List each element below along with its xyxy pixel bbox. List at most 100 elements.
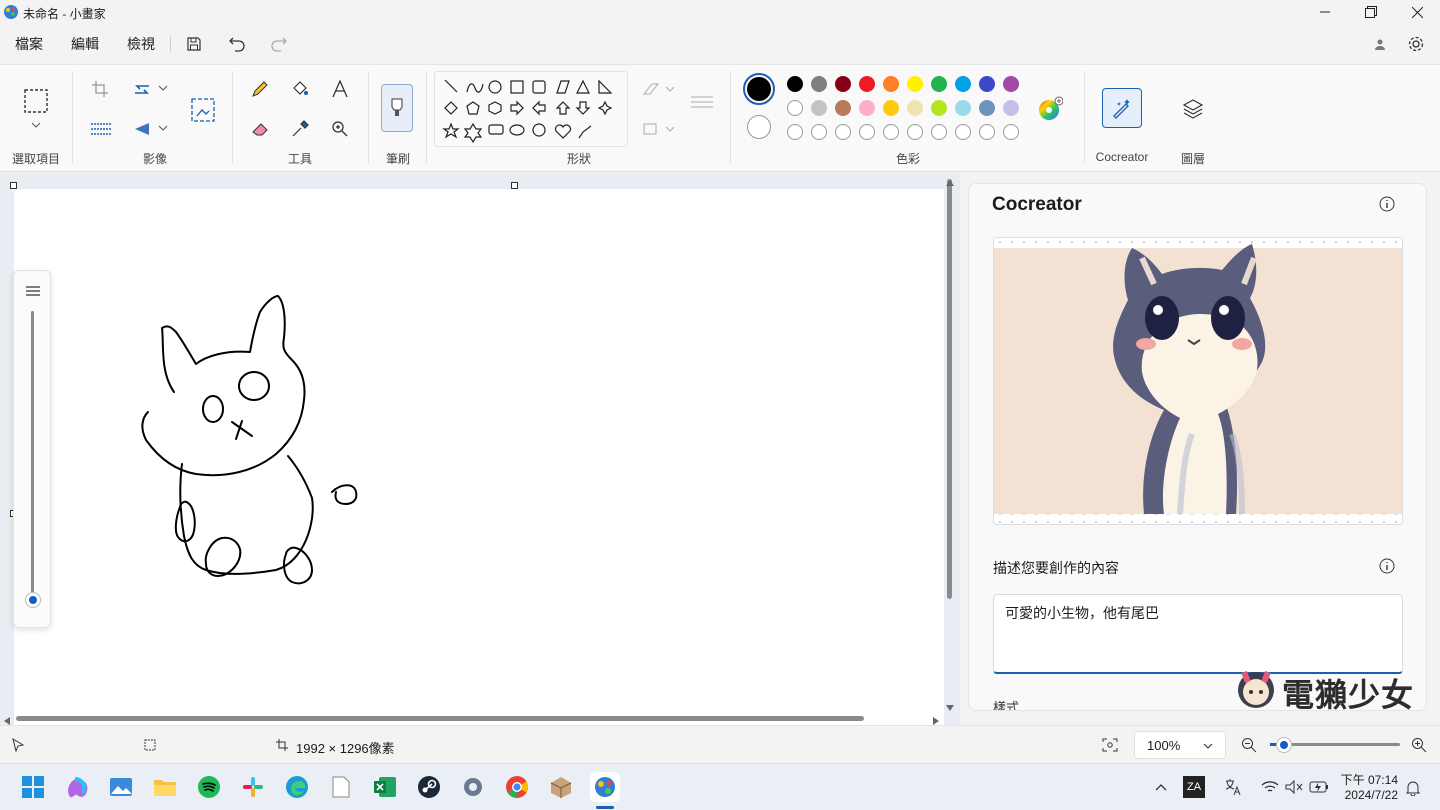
shape-size-icon[interactable] bbox=[688, 89, 716, 117]
notepad-icon[interactable] bbox=[326, 772, 356, 802]
flip-icon[interactable] bbox=[130, 117, 154, 141]
color-swatch[interactable] bbox=[931, 76, 947, 92]
spotify-icon[interactable] bbox=[194, 772, 224, 802]
brush-size-track[interactable] bbox=[31, 311, 34, 599]
color-swatch[interactable] bbox=[1003, 76, 1019, 92]
taskbar-date[interactable]: 2024/7/22 bbox=[1340, 788, 1398, 802]
taskbar-time[interactable]: 下午 07:14 bbox=[1340, 771, 1398, 788]
fit-to-window-icon[interactable] bbox=[1101, 736, 1119, 754]
color-swatch[interactable] bbox=[955, 100, 971, 116]
vertical-scrollbar[interactable] bbox=[947, 179, 952, 599]
image-properties-icon[interactable] bbox=[88, 117, 114, 141]
gallery-icon[interactable] bbox=[106, 772, 136, 802]
custom-color-slot[interactable] bbox=[835, 124, 851, 140]
paint-taskbar-icon[interactable] bbox=[590, 772, 620, 802]
rotate-icon[interactable] bbox=[130, 77, 154, 101]
menu-edit[interactable]: 編輯 bbox=[71, 34, 99, 54]
rotate-dropdown-chevron-icon[interactable] bbox=[156, 81, 170, 95]
custom-color-slot[interactable] bbox=[787, 124, 803, 140]
copilot-icon[interactable] bbox=[62, 772, 92, 802]
start-icon[interactable] bbox=[18, 772, 48, 802]
color-swatch[interactable] bbox=[907, 76, 923, 92]
color-picker-icon[interactable] bbox=[288, 117, 312, 141]
cocreator-button[interactable] bbox=[1102, 88, 1142, 128]
color-swatch[interactable] bbox=[907, 100, 923, 116]
color-swatch[interactable] bbox=[931, 100, 947, 116]
info-icon[interactable] bbox=[1377, 194, 1397, 214]
custom-color-slot[interactable] bbox=[979, 124, 995, 140]
excel-icon[interactable] bbox=[370, 772, 400, 802]
game-app-icon[interactable] bbox=[546, 772, 576, 802]
edit-colors-icon[interactable] bbox=[1036, 95, 1064, 123]
shapes-grid-icon[interactable] bbox=[435, 72, 627, 146]
custom-color-slot[interactable] bbox=[883, 124, 899, 140]
primary-color-swatch[interactable] bbox=[743, 73, 775, 105]
color-swatch[interactable] bbox=[835, 76, 851, 92]
pencil-icon[interactable] bbox=[248, 77, 272, 101]
color-swatch[interactable] bbox=[979, 100, 995, 116]
close-button[interactable] bbox=[1394, 0, 1440, 24]
layers-icon[interactable] bbox=[1178, 95, 1208, 123]
eraser-icon[interactable] bbox=[248, 117, 272, 141]
slack-icon[interactable] bbox=[238, 772, 268, 802]
color-swatch[interactable] bbox=[1003, 100, 1019, 116]
zoom-slider-thumb[interactable] bbox=[1277, 738, 1291, 752]
steam-icon[interactable] bbox=[414, 772, 444, 802]
settings-icon[interactable] bbox=[1404, 32, 1428, 56]
horizontal-scrollbar[interactable] bbox=[16, 716, 864, 721]
restore-button[interactable] bbox=[1348, 0, 1394, 24]
custom-color-slot[interactable] bbox=[955, 124, 971, 140]
color-swatch[interactable] bbox=[955, 76, 971, 92]
settings-app-icon[interactable] bbox=[458, 772, 488, 802]
zoom-in-icon[interactable] bbox=[1410, 736, 1428, 754]
color-swatch[interactable] bbox=[835, 100, 851, 116]
battery-icon[interactable] bbox=[1308, 776, 1330, 798]
color-swatch[interactable] bbox=[787, 76, 803, 92]
zoom-out-icon[interactable] bbox=[1240, 736, 1258, 754]
color-swatch[interactable] bbox=[883, 100, 899, 116]
prompt-info-icon[interactable] bbox=[1377, 556, 1397, 576]
fill-bucket-icon[interactable] bbox=[288, 77, 312, 101]
minimize-button[interactable] bbox=[1302, 0, 1348, 24]
save-icon[interactable] bbox=[182, 32, 206, 56]
color-swatch[interactable] bbox=[883, 76, 899, 92]
volume-mute-icon[interactable] bbox=[1284, 776, 1304, 798]
input-method-icon[interactable]: ZA bbox=[1183, 776, 1205, 798]
canvas-resize-handle[interactable] bbox=[511, 182, 518, 189]
notification-bell-icon[interactable] bbox=[1403, 778, 1423, 798]
magnifier-icon[interactable] bbox=[328, 117, 352, 141]
scroll-left-arrow-icon[interactable] bbox=[3, 714, 11, 725]
scroll-right-arrow-icon[interactable] bbox=[932, 714, 940, 725]
color-swatch[interactable] bbox=[787, 100, 803, 116]
brush-size-thumb[interactable] bbox=[26, 593, 40, 607]
file-explorer-icon[interactable] bbox=[150, 772, 180, 802]
language-icon[interactable] bbox=[1222, 776, 1244, 798]
resize-icon[interactable] bbox=[188, 95, 218, 125]
edge-icon[interactable] bbox=[282, 772, 312, 802]
crop-icon[interactable] bbox=[88, 77, 112, 101]
menu-file[interactable]: 檔案 bbox=[15, 34, 43, 54]
scroll-up-arrow-icon[interactable] bbox=[945, 175, 955, 186]
flip-dropdown-chevron-icon[interactable] bbox=[156, 121, 170, 135]
custom-color-slot[interactable] bbox=[907, 124, 923, 140]
drawing-canvas[interactable] bbox=[14, 189, 944, 725]
brush-tool-button[interactable] bbox=[381, 84, 413, 132]
custom-color-slot[interactable] bbox=[931, 124, 947, 140]
outline-dropdown-icon[interactable] bbox=[638, 79, 678, 99]
undo-icon[interactable] bbox=[226, 32, 250, 56]
secondary-color-swatch[interactable] bbox=[747, 115, 771, 139]
custom-color-slot[interactable] bbox=[1003, 124, 1019, 140]
account-icon[interactable] bbox=[1368, 32, 1392, 56]
scroll-down-arrow-icon[interactable] bbox=[945, 700, 955, 711]
color-swatch[interactable] bbox=[859, 76, 875, 92]
selection-dropdown-chevron-icon[interactable] bbox=[28, 119, 44, 131]
canvas-resize-handle[interactable] bbox=[10, 182, 17, 189]
show-hidden-icons-chevron-icon[interactable] bbox=[1152, 778, 1170, 796]
generated-image-frame[interactable] bbox=[993, 237, 1403, 525]
zoom-select[interactable]: 100% bbox=[1134, 731, 1226, 759]
redo-icon[interactable] bbox=[266, 32, 290, 56]
color-swatch[interactable] bbox=[859, 100, 875, 116]
wifi-icon[interactable] bbox=[1260, 776, 1280, 798]
custom-color-slot[interactable] bbox=[859, 124, 875, 140]
text-tool-icon[interactable] bbox=[328, 77, 352, 101]
